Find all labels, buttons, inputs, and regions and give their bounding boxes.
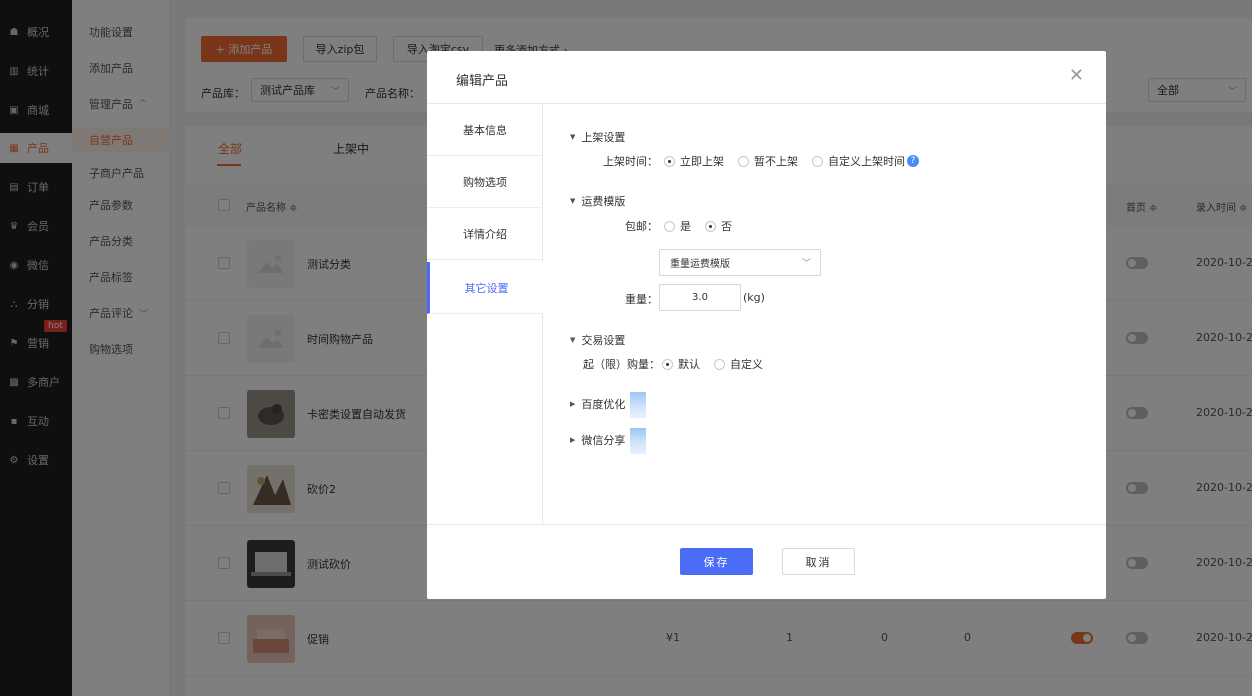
section-shelf[interactable]: ▼ 上架设置 xyxy=(570,129,625,145)
radio-free-no[interactable]: 否 xyxy=(705,218,732,234)
section-baidu-seo[interactable]: ▶ 百度优化 xyxy=(570,396,625,412)
section-title: 运费模版 xyxy=(581,195,626,208)
tab-shopping-options[interactable]: 购物选项 xyxy=(427,156,543,208)
free-shipping-row: 包邮： 是 否 xyxy=(625,218,746,234)
caret-down-icon: ▼ xyxy=(570,336,576,344)
section-shipping[interactable]: ▼ 运费模版 xyxy=(570,193,625,209)
caret-down-icon: ▼ xyxy=(570,197,576,205)
section-trade[interactable]: ▼ 交易设置 xyxy=(570,332,625,348)
weight-input[interactable]: 3.0 xyxy=(659,284,741,311)
field-label: 包邮： xyxy=(625,220,658,233)
dialog-title: 编辑产品 xyxy=(456,74,509,89)
weight-unit: (kg) xyxy=(743,291,765,304)
radio-custom[interactable]: 自定义 xyxy=(714,356,763,372)
blur-overlay xyxy=(630,428,646,454)
radio-label: 暂不上架 xyxy=(754,155,798,168)
section-wechat-share[interactable]: ▶ 微信分享 xyxy=(570,432,625,448)
weight-label: 重量： xyxy=(625,293,658,306)
caret-down-icon: ▼ xyxy=(570,133,576,141)
tab-basic-info[interactable]: 基本信息 xyxy=(427,104,543,156)
radio-immediate[interactable]: 立即上架 xyxy=(664,153,724,169)
save-button[interactable]: 保存 xyxy=(680,548,753,575)
radio-dot xyxy=(714,358,725,370)
dialog-tabs: 基本信息 购物选项 详情介绍 其它设置 xyxy=(427,104,543,524)
radio-dot xyxy=(662,358,673,370)
radio-dot xyxy=(738,155,749,167)
chevron-down-icon: ﹀ xyxy=(801,259,811,269)
section-title: 上架设置 xyxy=(581,131,626,144)
blur-overlay xyxy=(630,392,646,418)
section-title: 微信分享 xyxy=(581,434,626,447)
shipping-template-select[interactable]: 重量运费模版 ﹀ xyxy=(659,249,821,276)
radio-not-now[interactable]: 暂不上架 xyxy=(738,153,798,169)
close-icon[interactable]: ✕ xyxy=(1069,65,1084,86)
caret-right-icon: ▶ xyxy=(570,400,576,408)
radio-label: 自定义 xyxy=(730,358,763,371)
radio-dot xyxy=(664,155,675,167)
radio-dot xyxy=(812,155,823,167)
radio-label: 默认 xyxy=(678,358,700,371)
purchase-limit-row: 起（限）购量： 默认 自定义 xyxy=(583,356,777,372)
help-icon[interactable]: ? xyxy=(907,155,919,167)
tab-other-settings[interactable]: 其它设置 xyxy=(427,262,543,314)
radio-dot xyxy=(705,220,716,232)
radio-label: 是 xyxy=(680,220,691,233)
radio-custom-time[interactable]: 自定义上架时间 xyxy=(812,153,905,169)
caret-right-icon: ▶ xyxy=(570,436,576,444)
tab-detail-intro[interactable]: 详情介绍 xyxy=(427,208,543,260)
section-title: 百度优化 xyxy=(581,398,626,411)
edit-product-dialog: 编辑产品 ✕ 基本信息 购物选项 详情介绍 其它设置 ▼ 上架设置 上架时间： 立… xyxy=(427,51,1106,599)
radio-label: 立即上架 xyxy=(680,155,724,168)
radio-label: 自定义上架时间 xyxy=(828,155,905,168)
radio-label: 否 xyxy=(721,220,732,233)
input-value: 3.0 xyxy=(692,292,708,303)
cancel-button[interactable]: 取消 xyxy=(782,548,855,575)
field-label: 上架时间： xyxy=(603,155,658,168)
divider xyxy=(427,524,1106,525)
radio-dot xyxy=(664,220,675,232)
radio-free-yes[interactable]: 是 xyxy=(664,218,691,234)
field-label: 起（限）购量： xyxy=(583,358,660,371)
section-title: 交易设置 xyxy=(581,334,626,347)
shelf-time-row: 上架时间： 立即上架 暂不上架 自定义上架时间 ? xyxy=(603,153,919,169)
select-value: 重量运费模版 xyxy=(670,259,730,270)
radio-default[interactable]: 默认 xyxy=(662,356,700,372)
